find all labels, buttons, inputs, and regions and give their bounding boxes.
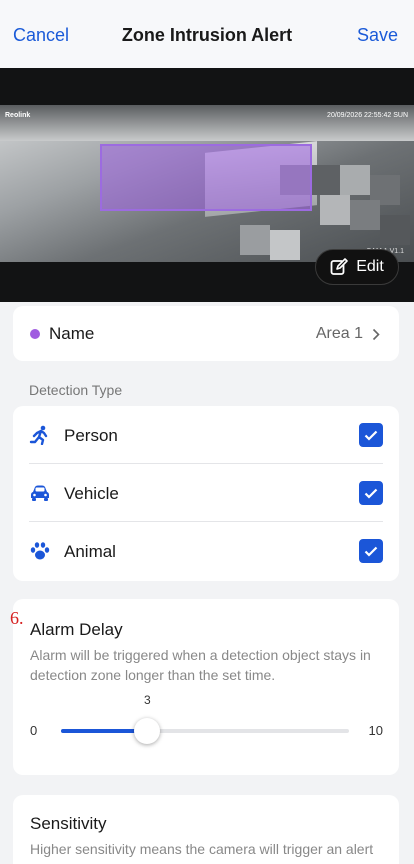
alarm-delay-title: Alarm Delay [30, 620, 123, 639]
page-title: Zone Intrusion Alert [121, 25, 293, 45]
alarm-delay-card: Alarm Delay Alarm will be triggered when… [13, 599, 399, 775]
zone-name-row[interactable]: Name Area 1 [13, 306, 399, 361]
detection-label: Animal [64, 542, 116, 561]
detection-type-heading: Detection Type [29, 382, 123, 398]
alarm-delay-description: Alarm will be triggered when a detection… [30, 647, 371, 683]
check-icon [364, 546, 378, 557]
detection-label: Vehicle [64, 484, 119, 503]
edit-zone-button[interactable]: Edit [315, 249, 399, 285]
running-person-icon [29, 425, 48, 445]
slider-max-label: 10 [368, 723, 383, 738]
alarm-delay-slider[interactable]: 3 [61, 693, 349, 744]
vehicle-checkbox[interactable] [359, 481, 383, 505]
camera-timestamp: 20/09/2026 22:55:42 SUN [327, 112, 408, 119]
animal-checkbox[interactable] [359, 539, 383, 563]
person-checkbox[interactable] [359, 423, 383, 447]
annotation-marker: 6. [10, 608, 24, 628]
detection-item-animal[interactable]: Animal [13, 522, 399, 580]
detection-label: Person [64, 426, 118, 445]
edit-icon [330, 258, 349, 275]
camera-logo: Reolink [5, 112, 31, 119]
slider-value-label: 3 [144, 693, 151, 707]
check-icon [364, 430, 378, 441]
detection-zone-overlay[interactable] [100, 144, 312, 211]
paw-icon [30, 542, 50, 560]
sensitivity-card: Sensitivity Higher sensitivity means the… [13, 795, 399, 864]
detection-item-vehicle[interactable]: Vehicle [13, 464, 399, 522]
name-label: Name [49, 324, 95, 343]
check-icon [364, 488, 378, 499]
slider-min-label: 0 [30, 723, 38, 738]
car-icon [31, 485, 49, 501]
save-button[interactable]: Save [357, 25, 398, 46]
slider-thumb[interactable] [134, 718, 161, 744]
name-value: Area 1 [315, 325, 363, 342]
nav-bar: Cancel Zone Intrusion Alert Save [0, 0, 414, 68]
chevron-right-icon [372, 328, 380, 341]
detection-type-list: Person Vehicle Animal [13, 406, 399, 581]
detection-item-person[interactable]: Person [13, 406, 399, 464]
zone-color-dot [30, 329, 40, 339]
sensitivity-title: Sensitivity [30, 814, 107, 833]
edit-label: Edit [356, 258, 384, 275]
sensitivity-description: Higher sensitivity means the camera will… [30, 841, 374, 864]
